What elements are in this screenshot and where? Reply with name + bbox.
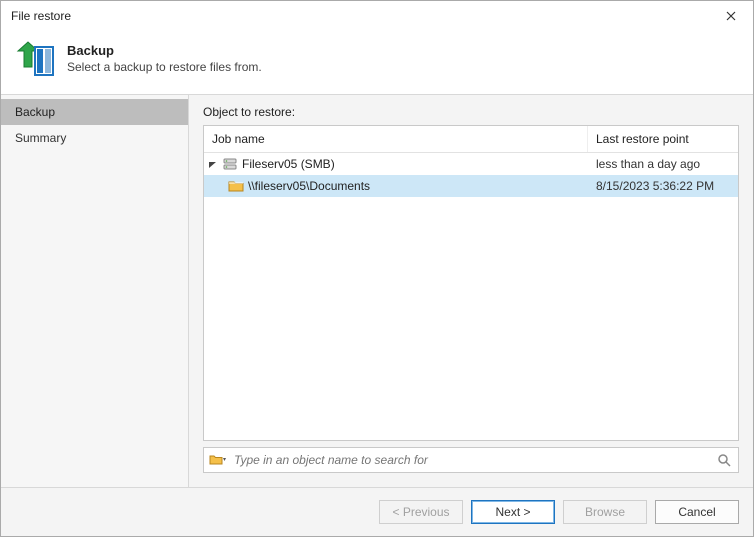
backup-restore-icon bbox=[15, 37, 55, 80]
tree-row-restore-point: less than a day ago bbox=[588, 154, 738, 174]
sidebar-item-label: Summary bbox=[15, 131, 66, 145]
tree-row-restore-point: 8/15/2023 5:36:22 PM bbox=[588, 176, 738, 196]
server-icon bbox=[222, 156, 238, 172]
close-icon bbox=[726, 11, 736, 21]
browse-button: Browse bbox=[563, 500, 647, 524]
column-header-last-restore-point[interactable]: Last restore point bbox=[588, 126, 738, 152]
restore-tree: Job name Last restore point bbox=[203, 125, 739, 441]
wizard-footer: < Previous Next > Browse Cancel bbox=[1, 487, 753, 536]
wizard-steps-sidebar: Backup Summary bbox=[1, 95, 189, 487]
column-header-job-name[interactable]: Job name bbox=[204, 126, 588, 152]
search-button[interactable] bbox=[714, 453, 734, 467]
tree-row-share[interactable]: \\fileserv05\Documents 8/15/2023 5:36:22… bbox=[204, 175, 738, 197]
tree-row-job[interactable]: Fileserv05 (SMB) less than a day ago bbox=[204, 153, 738, 175]
previous-button: < Previous bbox=[379, 500, 463, 524]
expand-toggle[interactable] bbox=[206, 158, 218, 170]
sidebar-item-label: Backup bbox=[15, 105, 55, 119]
search-icon bbox=[717, 453, 731, 467]
sidebar-item-backup[interactable]: Backup bbox=[1, 99, 188, 125]
header-title: Backup bbox=[67, 43, 262, 58]
caret-down-icon bbox=[208, 160, 217, 169]
tree-row-label: Fileserv05 (SMB) bbox=[242, 157, 335, 171]
tree-row-label: \\fileserv05\Documents bbox=[248, 179, 370, 193]
title-bar: File restore bbox=[1, 1, 753, 31]
header-subtitle: Select a backup to restore files from. bbox=[67, 60, 262, 74]
next-button[interactable]: Next > bbox=[471, 500, 555, 524]
folder-dropdown-icon[interactable] bbox=[208, 453, 228, 467]
object-to-restore-label: Object to restore: bbox=[203, 105, 739, 119]
sidebar-item-summary[interactable]: Summary bbox=[1, 125, 188, 151]
wizard-header: Backup Select a backup to restore files … bbox=[1, 31, 753, 94]
close-button[interactable] bbox=[709, 1, 753, 31]
cancel-button[interactable]: Cancel bbox=[655, 500, 739, 524]
table-header: Job name Last restore point bbox=[204, 126, 738, 153]
search-bar bbox=[203, 447, 739, 473]
folder-share-icon bbox=[228, 178, 244, 194]
window-title: File restore bbox=[11, 9, 709, 23]
search-input[interactable] bbox=[228, 453, 714, 467]
